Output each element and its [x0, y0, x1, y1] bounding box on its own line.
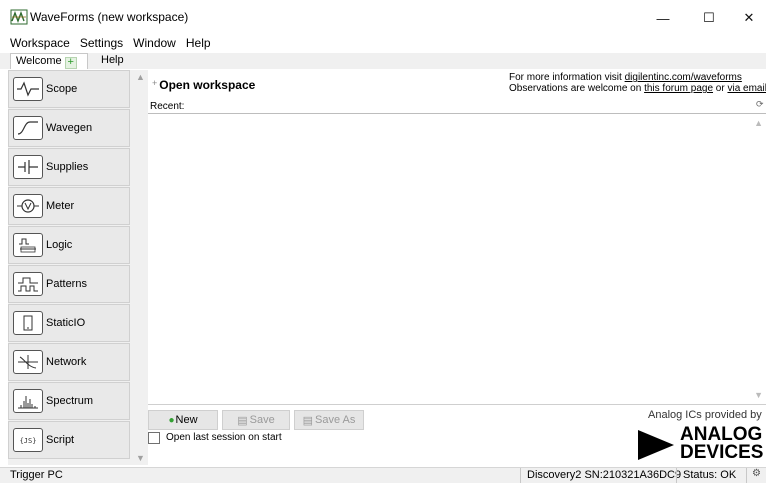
- sidebar-item-network[interactable]: Network: [8, 343, 130, 381]
- scroll-up-icon[interactable]: ▲: [754, 118, 763, 128]
- scroll-up-icon[interactable]: ▲: [136, 72, 145, 82]
- wavegen-icon: [13, 116, 43, 140]
- tab-welcome-label: Welcome: [16, 55, 62, 67]
- new-icon: ●: [168, 414, 175, 426]
- sidebar-item-label: Network: [46, 356, 87, 368]
- save-as-button-label: Save As: [315, 414, 356, 426]
- patterns-icon: [13, 272, 43, 296]
- sidebar-item-wavegen[interactable]: Wavegen: [8, 109, 130, 147]
- staticio-icon: [13, 311, 43, 335]
- scroll-down-icon[interactable]: ▼: [754, 390, 763, 400]
- network-icon: [13, 350, 43, 374]
- device-status: Status: OK: [676, 468, 742, 483]
- sidebar-item-label: Scope: [46, 83, 78, 95]
- add-tab-plus-icon[interactable]: +: [64, 57, 77, 69]
- trigger-status[interactable]: Trigger PC: [10, 469, 63, 481]
- sidebar-item-label: StaticIO: [46, 317, 86, 329]
- feedback-text-prefix: Observations are welcome on: [509, 83, 645, 94]
- settings-gear-icon[interactable]: ⚙: [746, 468, 766, 483]
- bullet-icon: +: [152, 78, 158, 88]
- scope-icon: [13, 77, 43, 101]
- adi-triangle-icon: [638, 430, 674, 460]
- info-text: For more information visit digilentinc.c…: [509, 72, 766, 94]
- info-text-prefix: For more information visit: [509, 72, 625, 83]
- sidebar-item-spectrum[interactable]: Spectrum: [8, 382, 130, 420]
- instrument-sidebar: Scope Wavegen Supplies Meter Logic Patte…: [8, 70, 148, 465]
- recent-workspaces-list[interactable]: ▲ ▼: [148, 113, 766, 405]
- page-title: + Open workspace: [152, 78, 255, 92]
- tab-help[interactable]: Help: [96, 53, 129, 69]
- email-link[interactable]: via email: [727, 83, 766, 94]
- sidebar-item-label: Meter: [46, 200, 75, 212]
- tab-bar: Welcome + Help: [0, 53, 766, 69]
- refresh-icon[interactable]: ⟳: [756, 99, 766, 110]
- menu-bar: Workspace Settings Window Help: [0, 36, 766, 52]
- open-last-session-label: Open last session on start: [166, 432, 282, 443]
- floppy-edit-icon: ▤: [302, 414, 314, 427]
- sidebar-item-label: Wavegen: [46, 122, 93, 134]
- sidebar-item-meter[interactable]: Meter: [8, 187, 130, 225]
- sidebar-item-scope[interactable]: Scope: [8, 70, 130, 108]
- save-as-button[interactable]: ▤ Save As: [294, 410, 364, 430]
- save-button[interactable]: ▤ Save: [222, 410, 290, 430]
- title-bar: WaveForms (new workspace) — ☐ ✕: [0, 0, 766, 36]
- sidebar-item-supplies[interactable]: Supplies: [8, 148, 130, 186]
- menu-window[interactable]: Window: [123, 36, 176, 52]
- sidebar-item-staticio[interactable]: StaticIO: [8, 304, 130, 342]
- spectrum-icon: [13, 389, 43, 413]
- new-button-label: New: [175, 414, 198, 426]
- forum-link[interactable]: this forum page: [644, 83, 713, 94]
- tab-welcome[interactable]: Welcome +: [10, 53, 88, 69]
- adi-caption: Analog ICs provided by: [648, 409, 762, 421]
- meter-icon: [13, 194, 43, 218]
- logic-icon: [13, 233, 43, 257]
- scroll-down-icon[interactable]: ▼: [136, 453, 145, 463]
- save-button-label: Save: [249, 414, 275, 426]
- sidebar-item-logic[interactable]: Logic: [8, 226, 130, 264]
- minimize-button[interactable]: —: [640, 0, 686, 36]
- close-button[interactable]: ✕: [726, 0, 766, 36]
- status-bar: Trigger PC Discovery2 SN:210321A36DC9 St…: [0, 467, 766, 483]
- sidebar-item-label: Script: [46, 434, 75, 446]
- feedback-text-mid: or: [713, 83, 728, 94]
- device-serial[interactable]: Discovery2 SN:210321A36DC9: [520, 468, 687, 483]
- menu-workspace[interactable]: Workspace: [0, 36, 70, 52]
- adi-wordmark: ANALOG DEVICES: [680, 425, 764, 463]
- sidebar-item-patterns[interactable]: Patterns: [8, 265, 130, 303]
- sidebar-item-label: Logic: [46, 239, 73, 251]
- window-title: WaveForms (new workspace): [30, 10, 189, 24]
- script-icon: {JS}: [13, 428, 43, 452]
- new-button[interactable]: ● New: [148, 410, 218, 430]
- supplies-icon: [13, 155, 43, 179]
- menu-help[interactable]: Help: [176, 36, 211, 52]
- page-title-text: Open workspace: [159, 78, 256, 92]
- recent-label: Recent:: [150, 101, 185, 112]
- sidebar-item-label: Patterns: [46, 278, 87, 290]
- sidebar-item-script[interactable]: {JS} Script: [8, 421, 130, 459]
- sidebar-scrollbar[interactable]: ▲ ▼: [132, 70, 148, 465]
- open-last-session-checkbox[interactable]: [148, 432, 160, 444]
- menu-settings[interactable]: Settings: [70, 36, 123, 52]
- analog-devices-logo: ANALOG DEVICES: [638, 425, 766, 466]
- waveforms-app-icon: [10, 9, 28, 25]
- svg-text:{JS}: {JS}: [20, 437, 37, 445]
- adi-wordmark-line2: DEVICES: [680, 442, 764, 463]
- floppy-icon: ▤: [237, 414, 248, 427]
- sidebar-item-label: Spectrum: [46, 395, 94, 407]
- welcome-panel: + Open workspace For more information vis…: [148, 70, 766, 465]
- sidebar-item-label: Supplies: [46, 161, 89, 173]
- waveforms-link[interactable]: digilentinc.com/waveforms: [625, 72, 742, 83]
